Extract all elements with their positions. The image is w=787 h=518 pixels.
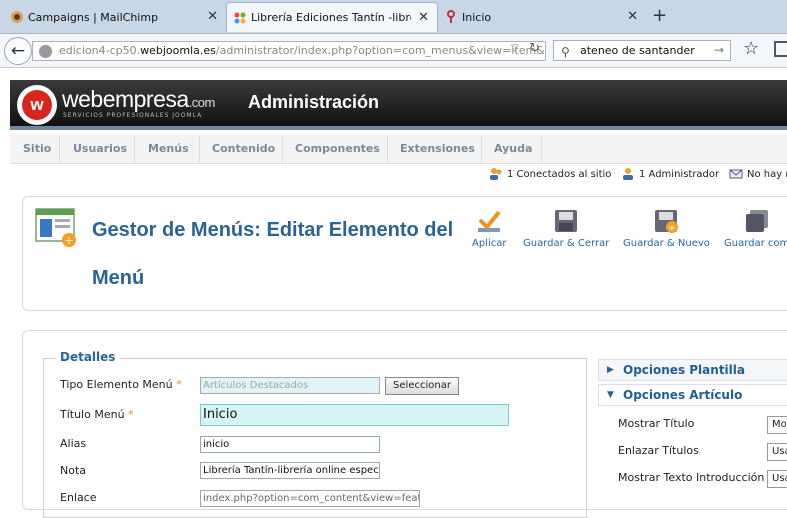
alias-input[interactable]: inicio	[200, 436, 380, 453]
menu-type-label: Tipo Elemento Menú *	[60, 378, 182, 391]
save-new-icon: +	[655, 210, 679, 234]
globe-icon	[39, 45, 52, 58]
template-options-accordion[interactable]: ▶ Opciones Plantilla	[598, 359, 787, 381]
check-icon	[478, 210, 501, 232]
link-titles-select[interactable]: Usa	[767, 443, 787, 461]
save-close-button[interactable]: Guardar & Cerrar	[523, 208, 609, 249]
users-icon	[490, 168, 502, 180]
menu-item-sitio[interactable]: Sitio	[23, 142, 51, 155]
svg-text:+: +	[64, 234, 73, 247]
article-options-accordion[interactable]: ▼ Opciones Artículo	[598, 384, 787, 406]
menu-title-label: Título Menú *	[60, 408, 134, 421]
menu-manager-icon: +	[35, 208, 76, 247]
tab-inicio[interactable]: Inicio ✕	[438, 2, 646, 32]
close-tab-icon[interactable]: ✕	[627, 9, 638, 24]
tab-title: Inicio	[462, 10, 492, 24]
back-button[interactable]: ←	[4, 37, 32, 65]
menu-item-menus[interactable]: Menús	[148, 142, 189, 155]
menu-item-ayuda[interactable]: Ayuda	[494, 142, 532, 155]
logo-tagline: SERVICIOS PROFESIONALES JOOMLA	[63, 112, 203, 119]
close-tab-icon[interactable]: ✕	[418, 10, 429, 25]
logo-text: webempresa.com	[62, 86, 215, 112]
menu-item-contenido[interactable]: Contenido	[212, 142, 275, 155]
search-input[interactable]: ⚲ ateneo de santander →	[553, 40, 731, 61]
apply-button[interactable]: Aplicar	[472, 208, 506, 249]
details-legend: Detalles	[56, 350, 120, 364]
menu-type-field: Artículos Destacados	[200, 377, 380, 394]
url-bar[interactable]: edicion4-cp50.webjoomla.es/administrator…	[32, 41, 546, 61]
page-title: Gestor de Menús: Editar Elemento del Men…	[92, 219, 454, 289]
tab-title: Campaigns | MailChimp	[28, 10, 159, 24]
save-icon	[555, 210, 578, 232]
reload-icon[interactable]: ↻	[529, 41, 540, 56]
tab-title: Librería Ediciones Tantín -libre...	[251, 11, 411, 24]
menu-item-componentes[interactable]: Componentes	[295, 142, 380, 155]
search-value: ateneo de santander	[580, 44, 695, 57]
menu-title-input[interactable]: Inicio	[200, 404, 509, 426]
library-icon[interactable]	[774, 41, 787, 57]
svg-text:+: +	[668, 223, 676, 234]
note-input[interactable]: Librería Tantín-librería online especial…	[200, 462, 380, 479]
search-icon: ⚲	[561, 45, 570, 59]
bookmark-star-icon[interactable]: ☆	[743, 38, 759, 59]
tab-libreria[interactable]: Librería Ediciones Tantín -libre... ✕	[226, 2, 438, 32]
alias-label: Alias	[60, 437, 87, 450]
user-icon	[623, 168, 633, 180]
new-tab-button[interactable]: +	[652, 5, 667, 26]
collapsed-arrow-icon: ▶	[607, 365, 614, 375]
go-arrow-icon[interactable]: →	[714, 41, 724, 60]
save-copy-button[interactable]: Guardar com	[724, 208, 787, 249]
show-intro-label: Mostrar Texto Introducción	[618, 471, 765, 484]
messages-status: No hay m	[729, 167, 787, 181]
webempresa-logo: w	[17, 85, 57, 125]
show-intro-select[interactable]: Usa	[767, 470, 787, 488]
save-new-button[interactable]: + Guardar & Nuevo	[623, 208, 710, 249]
admin-title: Administración	[248, 92, 380, 112]
link-label: Enlace	[60, 491, 97, 504]
admin-users-status: 1 Administrador	[621, 167, 719, 181]
show-title-label: Mostrar Título	[618, 417, 695, 430]
mailchimp-icon	[11, 11, 23, 23]
url-domain: webjoomla.es	[140, 44, 216, 57]
select-type-button[interactable]: Seleccionar	[385, 377, 459, 395]
show-title-select[interactable]: Mo	[767, 416, 787, 434]
link-input: index.php?option=com_content&view=featu	[200, 490, 420, 507]
online-users-status: 1 Conectados al sitio	[489, 167, 611, 181]
save-copy-icon	[745, 210, 768, 232]
url-prefix: edicion4-cp50.	[59, 44, 141, 57]
url-path: /administrator/index.php?option=com_menu…	[215, 44, 546, 57]
menu-item-usuarios[interactable]: Usuarios	[73, 142, 127, 155]
note-label: Nota	[60, 464, 87, 477]
close-tab-icon[interactable]: ✕	[207, 9, 218, 24]
joomla-icon	[234, 12, 246, 24]
key-icon	[447, 10, 455, 23]
tab-mailchimp[interactable]: Campaigns | MailChimp ✕	[4, 2, 226, 32]
menu-item-extensiones[interactable]: Extensiones	[400, 142, 475, 155]
dropdown-arrow-icon[interactable]: ▽	[511, 43, 519, 54]
expanded-arrow-icon: ▼	[607, 390, 614, 400]
link-titles-label: Enlazar Títulos	[618, 444, 699, 457]
mail-icon	[729, 169, 743, 179]
